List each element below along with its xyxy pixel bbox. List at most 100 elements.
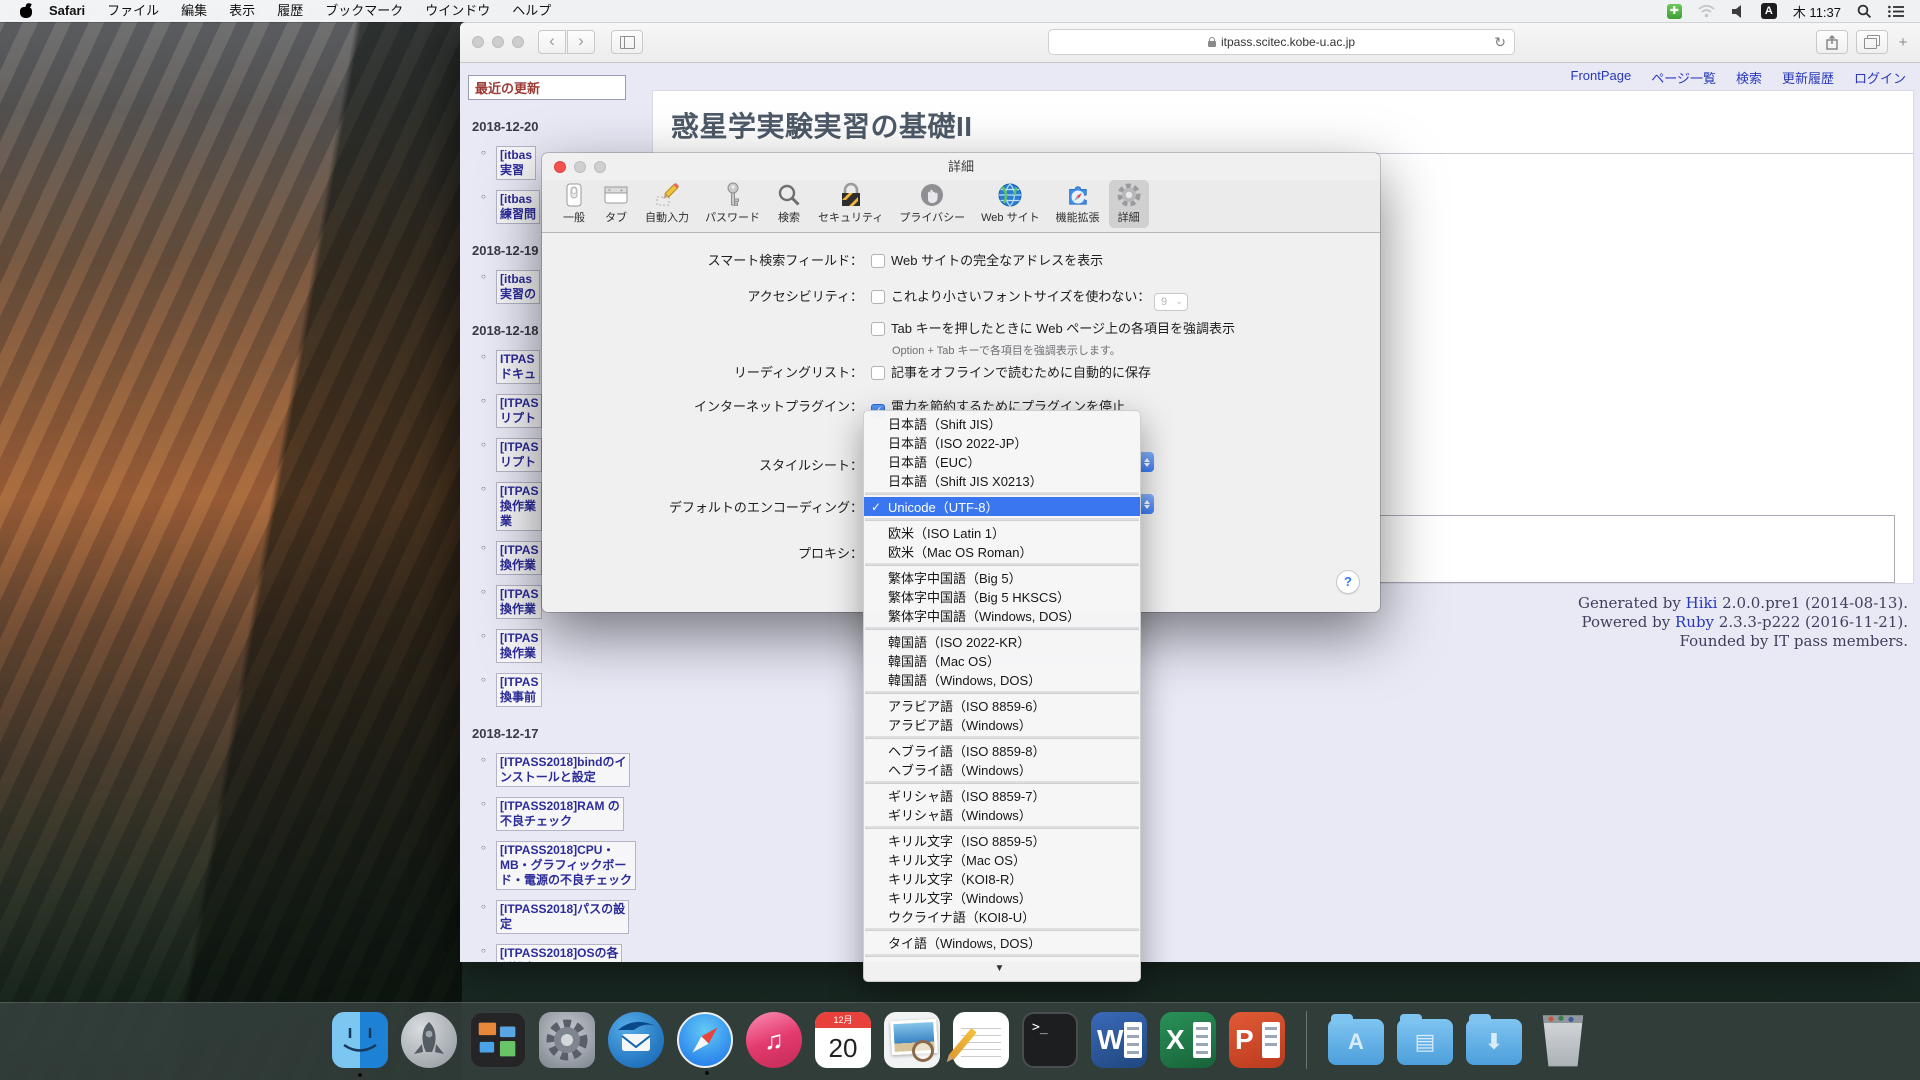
sidebar-toggle-button[interactable] — [611, 30, 643, 54]
encoding-menu-item[interactable]: 韓国語（ISO 2022-KR） — [864, 632, 1140, 651]
nav-history-link[interactable]: 更新履歴 — [1782, 68, 1834, 87]
dock-preview-icon[interactable] — [884, 1012, 940, 1068]
dock-downloads-folder-icon[interactable]: ⬇ — [1466, 1019, 1522, 1065]
dock-word-icon[interactable]: W — [1091, 1012, 1147, 1068]
encoding-menu-item[interactable]: ウクライナ語（KOI8-U） — [864, 907, 1140, 926]
menu-view[interactable]: 表示 — [218, 0, 266, 22]
tab-general[interactable]: 一般 — [554, 180, 594, 228]
zoom-button[interactable] — [512, 36, 524, 48]
encoding-menu-item[interactable]: ギリシャ語（Windows） — [864, 805, 1140, 824]
wifi-icon[interactable] — [1698, 5, 1715, 18]
input-source-icon[interactable]: A — [1761, 3, 1777, 19]
tab-security[interactable]: セキュリティ — [811, 180, 890, 228]
dock-system-preferences-icon[interactable] — [539, 1012, 595, 1068]
encoding-menu-item[interactable]: ヘブライ語（Windows） — [864, 760, 1140, 779]
sidebar-entry[interactable]: ○ 2018-12-17 — [472, 725, 646, 743]
encoding-menu-item[interactable]: ▼ — [864, 959, 1140, 978]
menu-edit[interactable]: 編集 — [170, 0, 218, 22]
share-button[interactable] — [1816, 30, 1848, 54]
sidebar-entry[interactable]: ○ [ITPASS2018]bindのイ ンストールと設定 — [496, 753, 646, 787]
encoding-menu-item[interactable] — [864, 926, 1140, 933]
new-tab-button[interactable]: + — [1896, 34, 1910, 51]
font-size-select[interactable]: 9 — [1154, 293, 1188, 311]
encoding-menu-item[interactable]: 日本語（ISO 2022-JP） — [864, 433, 1140, 452]
tab-privacy[interactable]: プライバシー — [892, 180, 972, 228]
dock-mission-control-icon[interactable] — [470, 1012, 526, 1068]
help-button[interactable]: ? — [1336, 570, 1360, 594]
encoding-menu-item[interactable] — [864, 779, 1140, 786]
minimize-button[interactable] — [492, 36, 504, 48]
show-full-address-checkbox[interactable] — [871, 254, 885, 268]
sidebar-entry[interactable]: ○ [ITPASS2018]CPU・ MB・グラフィックボー ド・電源の不良チェ… — [496, 841, 646, 890]
menu-help[interactable]: ヘルプ — [501, 0, 562, 22]
encoding-menu-item[interactable]: キリル文字（Windows） — [864, 888, 1140, 907]
encoding-menu-item[interactable]: 繁体字中国語（Big 5 HKSCS） — [864, 587, 1140, 606]
encoding-menu-item[interactable]: 日本語（EUC） — [864, 452, 1140, 471]
encoding-menu-item[interactable] — [864, 561, 1140, 568]
tab-advanced[interactable]: 詳細 — [1109, 180, 1149, 228]
sidebar-entry[interactable]: ○ [ITPAS 換事前 — [496, 673, 646, 707]
address-bar[interactable]: itpass.scitec.kobe-u.ac.jp ↻ — [1048, 29, 1515, 55]
tab-websites[interactable]: Web サイト — [974, 180, 1046, 228]
encoding-menu-item[interactable]: ヘブライ語（ISO 8859-8） — [864, 741, 1140, 760]
apple-menu-icon[interactable] — [20, 4, 32, 18]
notification-center-icon[interactable] — [1888, 5, 1904, 18]
encoding-menu-item[interactable] — [864, 689, 1140, 696]
encoding-menu-item[interactable] — [864, 824, 1140, 831]
tab-extensions[interactable]: 機能拡張 — [1049, 180, 1107, 228]
status-green-app-icon[interactable]: ✚ — [1667, 4, 1682, 19]
dock-calendar-icon[interactable]: 12月 20 — [815, 1012, 871, 1068]
menu-app-name[interactable]: Safari — [38, 0, 96, 22]
dock-applications-folder-icon[interactable]: A — [1328, 1019, 1384, 1065]
encoding-menu-item[interactable]: 日本語（Shift JIS） — [864, 414, 1140, 433]
encoding-menu-item[interactable]: キリル文字（Mac OS） — [864, 850, 1140, 869]
encoding-menu-item[interactable] — [864, 516, 1140, 523]
menu-bar-clock[interactable]: 木 11:37 — [1793, 2, 1841, 21]
encoding-menu-item[interactable] — [864, 734, 1140, 741]
dock-trash-icon[interactable] — [1535, 1012, 1591, 1068]
stylesheet-popup-cap[interactable] — [1139, 452, 1154, 472]
encoding-menu-item[interactable] — [864, 952, 1140, 959]
dock-documents-folder-icon[interactable]: ▤ — [1397, 1019, 1453, 1065]
encoding-menu-item[interactable]: 韓国語（Mac OS） — [864, 651, 1140, 670]
nav-frontpage-link[interactable]: FrontPage — [1571, 68, 1632, 87]
encoding-menu-item[interactable]: アラビア語（ISO 8859-6） — [864, 696, 1140, 715]
nav-login-link[interactable]: ログイン — [1854, 68, 1906, 87]
encoding-menu-item[interactable]: キリル文字（ISO 8859-5） — [864, 831, 1140, 850]
encoding-menu-item[interactable]: 欧米（ISO Latin 1） — [864, 523, 1140, 542]
tab-tabs[interactable]: ×+ タブ — [596, 180, 636, 228]
dock-powerpoint-icon[interactable]: P — [1229, 1012, 1285, 1068]
forward-button[interactable]: › — [567, 30, 595, 54]
volume-icon[interactable] — [1731, 5, 1745, 18]
spotlight-icon[interactable] — [1857, 4, 1872, 19]
encoding-menu-item[interactable]: 韓国語（Windows, DOS） — [864, 670, 1140, 689]
encoding-menu-item[interactable]: 繁体字中国語（Windows, DOS） — [864, 606, 1140, 625]
reload-button[interactable]: ↻ — [1494, 34, 1506, 51]
menu-window[interactable]: ウインドウ — [414, 0, 501, 22]
sidebar-entry[interactable]: ○ [ITPASS2018]RAM の 不良チェック — [496, 797, 646, 831]
encoding-menu-item[interactable] — [864, 625, 1140, 632]
dock-launchpad-icon[interactable] — [401, 1012, 457, 1068]
encoding-menu-item[interactable] — [864, 490, 1140, 497]
prefs-minimize-button[interactable] — [574, 161, 586, 173]
ruby-link[interactable]: Ruby — [1675, 613, 1714, 631]
dock-textedit-icon[interactable] — [953, 1012, 1009, 1068]
tab-overview-button[interactable] — [1856, 30, 1888, 54]
sidebar-entry[interactable]: ○ [ITPASS2018]OSの各 種設定 — [496, 944, 646, 962]
encoding-menu-item[interactable]: ✓Unicode（UTF-8） — [864, 497, 1140, 516]
prefs-zoom-button[interactable] — [594, 161, 606, 173]
dock-terminal-icon[interactable]: >_ — [1022, 1012, 1078, 1068]
menu-bookmarks[interactable]: ブックマーク — [314, 0, 414, 22]
encoding-menu-item[interactable]: キリル文字（KOI8-R） — [864, 869, 1140, 888]
dock-thunderbird-icon[interactable] — [608, 1012, 664, 1068]
tab-highlight-checkbox[interactable] — [871, 322, 885, 336]
nav-pagelist-link[interactable]: ページ一覧 — [1651, 68, 1716, 87]
encoding-menu-item[interactable]: 日本語（Shift JIS X0213） — [864, 471, 1140, 490]
dock-finder-icon[interactable] — [332, 1012, 388, 1068]
encoding-popup-cap[interactable] — [1139, 494, 1154, 514]
dock-itunes-icon[interactable]: ♫ — [746, 1012, 802, 1068]
encoding-menu-item[interactable]: タイ語（Windows, DOS） — [864, 933, 1140, 952]
min-font-size-checkbox[interactable] — [871, 290, 885, 304]
hiki-link[interactable]: Hiki — [1686, 594, 1718, 612]
encoding-menu-item[interactable]: アラビア語（Windows） — [864, 715, 1140, 734]
